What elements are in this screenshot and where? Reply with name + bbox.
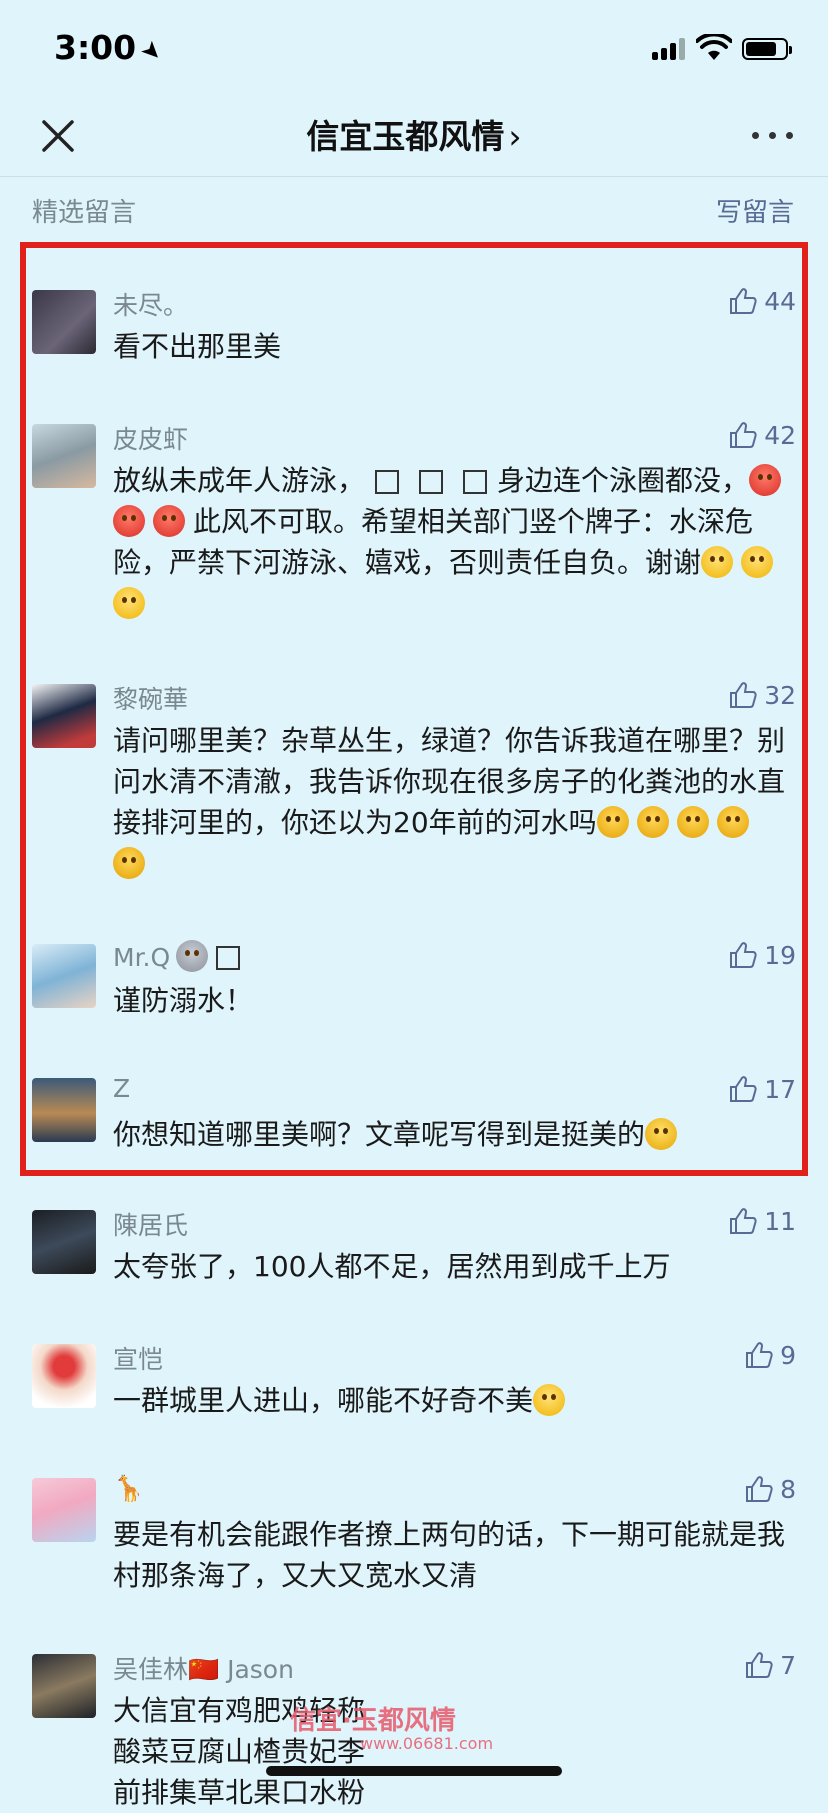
battery-icon — [742, 38, 792, 60]
like-button[interactable]: 9 — [744, 1340, 796, 1370]
like-button[interactable]: 8 — [744, 1474, 796, 1504]
avatar[interactable] — [32, 1344, 96, 1408]
like-count: 44 — [764, 286, 796, 316]
comment-nickname[interactable]: 🦒 — [113, 1474, 144, 1504]
like-count: 7 — [780, 1650, 796, 1680]
write-comment-link[interactable]: 写留言 — [716, 192, 794, 229]
like-count: 8 — [780, 1474, 796, 1504]
wifi-icon — [696, 34, 732, 60]
comment-nickname[interactable]: 宣恺 — [113, 1340, 163, 1376]
like-button[interactable]: 42 — [728, 420, 796, 450]
avatar[interactable] — [32, 944, 96, 1008]
comment-nickname[interactable]: 未尽。 — [113, 286, 188, 322]
thumbs-up-icon — [746, 1342, 773, 1368]
comment-text: 请问哪里美？杂草丛生，绿道？你告诉我道在哪里？别问水清不清澈，我告诉你现在很多房… — [113, 720, 793, 884]
laugh-emoji-icon — [596, 806, 629, 838]
smile-emoji-icon — [741, 546, 774, 578]
avatar[interactable] — [32, 1478, 96, 1542]
laugh-emoji-icon — [676, 806, 709, 838]
thumbs-up-icon — [730, 422, 757, 448]
comment-text-part: 放纵未成年人游泳， — [113, 464, 366, 497]
comment-nickname[interactable]: 陳居氏 — [113, 1206, 188, 1242]
comment-text-part: 此风不可取。希望相关部门竖个牌子：水深危险，严禁下河游泳、嬉戏，否则责任自负。谢… — [113, 505, 754, 579]
smile-emoji-icon — [533, 1384, 566, 1416]
comment-text: 一群城里人进山，哪能不好奇不美 — [113, 1380, 793, 1421]
comment-line: 前排集草北果口水粉 — [113, 1776, 366, 1809]
comment-nickname[interactable]: Mr.Q — [113, 940, 241, 972]
like-count: 11 — [764, 1206, 796, 1236]
smile-emoji-icon — [113, 587, 145, 619]
comment-text: 谨防溺水！ — [113, 984, 254, 1017]
comment-nickname[interactable]: 吴佳林🇨🇳 Jason — [113, 1650, 294, 1686]
nav-bar: 信宜玉都风情 › — [0, 100, 828, 177]
comment-nickname[interactable]: Z — [113, 1074, 130, 1103]
avatar[interactable] — [32, 1078, 96, 1142]
page-title[interactable]: 信宜玉都风情 › — [0, 110, 828, 158]
thumbs-up-icon — [730, 1076, 757, 1102]
comment-text: 你想知道哪里美啊？文章呢写得到是挺美的 — [113, 1114, 793, 1155]
missing-glyph-icon — [375, 470, 400, 494]
section-header: 精选留言 写留言 — [0, 192, 828, 232]
like-button[interactable]: 7 — [744, 1650, 796, 1680]
like-count: 19 — [764, 940, 796, 970]
thumbs-up-icon — [746, 1476, 773, 1502]
comment-text: 看不出那里美 — [113, 330, 282, 363]
avatar[interactable] — [32, 290, 96, 354]
page-title-text: 信宜玉都风情 — [306, 117, 505, 156]
like-button[interactable]: 44 — [728, 286, 796, 316]
watermark-logo: 信宜·玉都风情 — [290, 1706, 456, 1736]
comment-text-part: 身边连个泳圈都没， — [497, 464, 750, 497]
thumbs-up-icon — [746, 1652, 773, 1678]
cellular-signal-icon — [652, 38, 688, 60]
comment-text: 太夸张了，100人都不足，居然用到成千上万 — [113, 1250, 671, 1283]
status-time-text: 3:00 — [54, 28, 137, 67]
laugh-emoji-icon — [716, 806, 749, 838]
missing-glyph-icon — [419, 470, 444, 494]
thumbs-up-icon — [730, 1208, 757, 1234]
avatar[interactable] — [32, 1210, 96, 1274]
thumbs-up-icon — [730, 682, 757, 708]
angry-emoji-icon — [749, 464, 782, 496]
comment-text: 要是有机会能跟作者撩上两句的话，下一期可能就是我村那条海了，又大又宽水又清 — [113, 1518, 786, 1592]
comment-text-part: 你想知道哪里美啊？文章呢写得到是挺美的 — [113, 1118, 646, 1151]
comment-text-part: 一群城里人进山，哪能不好奇不美 — [113, 1384, 534, 1417]
avatar[interactable] — [32, 424, 96, 488]
laugh-emoji-icon — [113, 847, 145, 879]
status-time: 3:00➤ — [54, 28, 169, 68]
laugh-emoji-icon — [636, 806, 669, 838]
missing-glyph-icon — [463, 470, 488, 494]
like-button[interactable]: 11 — [728, 1206, 796, 1236]
avatar[interactable] — [32, 1654, 96, 1718]
koala-emoji-icon — [176, 940, 209, 972]
like-count: 32 — [764, 680, 796, 710]
like-button[interactable]: 32 — [728, 680, 796, 710]
comment-nickname[interactable]: 黎碗華 — [113, 680, 188, 716]
missing-glyph-icon — [216, 946, 241, 970]
smile-emoji-icon — [701, 546, 734, 578]
like-button[interactable]: 17 — [728, 1074, 796, 1104]
angry-emoji-icon — [153, 505, 185, 537]
chevron-right-icon: › — [508, 117, 522, 156]
angry-emoji-icon — [113, 505, 145, 537]
watermark-url: www.06681.com — [360, 1734, 494, 1753]
location-arrow-icon: ➤ — [135, 33, 170, 69]
more-dots-icon[interactable] — [748, 126, 798, 146]
section-title: 精选留言 — [32, 198, 137, 228]
like-count: 42 — [764, 420, 796, 450]
comment-nickname-text: Mr.Q — [113, 943, 171, 972]
like-count: 9 — [780, 1340, 796, 1370]
like-count: 17 — [764, 1074, 796, 1104]
avatar[interactable] — [32, 684, 96, 748]
like-button[interactable]: 19 — [728, 940, 796, 970]
battery-level — [746, 42, 776, 56]
thumbs-up-icon — [730, 288, 757, 314]
comment-nickname[interactable]: 皮皮虾 — [113, 420, 188, 456]
thinking-emoji-icon — [645, 1118, 678, 1150]
status-bar: 3:00➤ — [0, 0, 828, 100]
comment-text: 放纵未成年人游泳， 身边连个泳圈都没， 此风不可取。希望相关部门竖个牌子：水深危险，… — [113, 460, 793, 624]
thumbs-up-icon — [730, 942, 757, 968]
home-indicator[interactable] — [266, 1766, 562, 1776]
